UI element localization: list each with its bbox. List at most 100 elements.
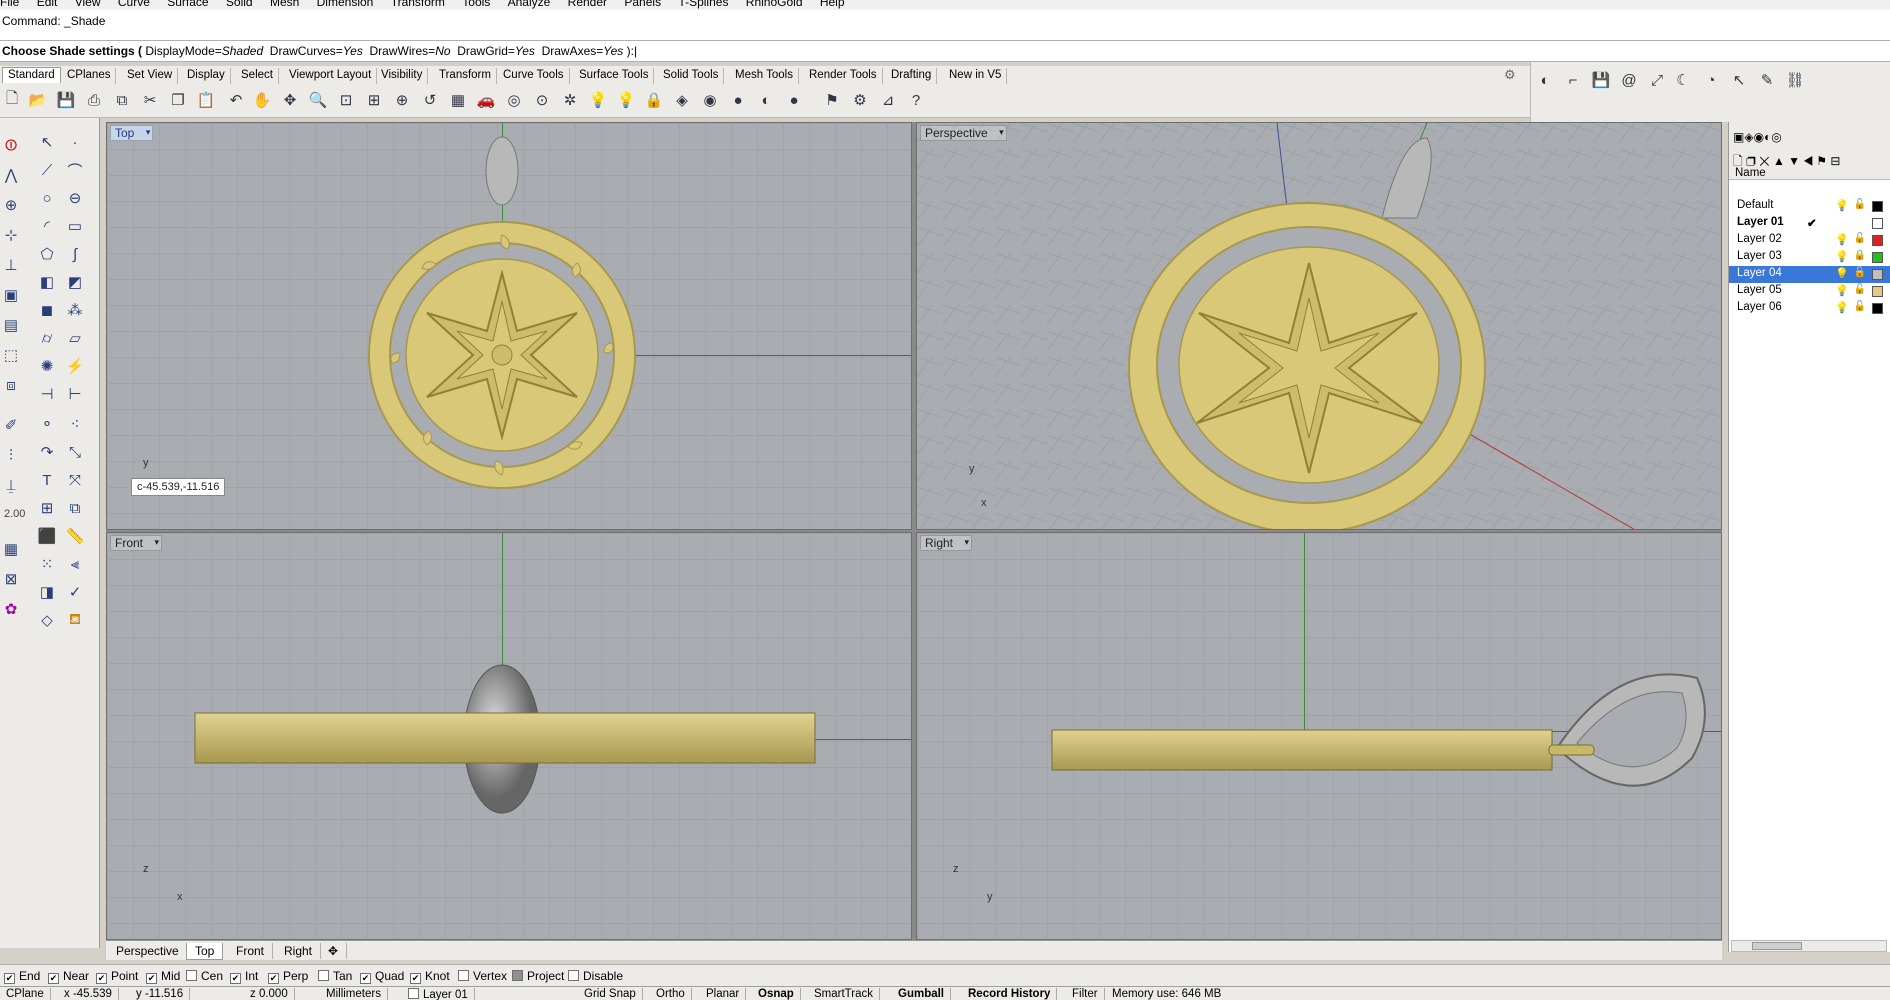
split-icon[interactable]: ⊣ bbox=[36, 383, 58, 405]
car-icon[interactable]: 🚗 bbox=[476, 90, 496, 110]
menu-mesh[interactable]: Mesh bbox=[270, 0, 299, 8]
add-viewport-icon[interactable]: ✥ bbox=[320, 943, 348, 959]
undo-view-icon[interactable]: ↺ bbox=[420, 90, 440, 110]
zoom-icon[interactable]: 🔍 bbox=[308, 90, 328, 110]
light-bulb-icon[interactable]: 💡 bbox=[1835, 250, 1849, 263]
point-tool-icon[interactable]: · bbox=[64, 131, 86, 153]
boolean-icon[interactable]: ⚡ bbox=[64, 355, 86, 377]
osnap-knot[interactable]: ✔ Knot bbox=[410, 969, 450, 984]
tab-set-view[interactable]: Set View bbox=[122, 68, 179, 84]
box-icon[interactable]: ▣ bbox=[0, 284, 22, 306]
select-filter-icon[interactable]: ⚑ bbox=[822, 90, 842, 110]
checkbox[interactable]: ✔ bbox=[96, 973, 107, 984]
render-sphere-icon[interactable]: ● bbox=[728, 90, 748, 110]
view-cube-icon[interactable]: ⧈ bbox=[0, 374, 22, 396]
circle-icon[interactable]: ○ bbox=[36, 187, 58, 209]
menu-solid[interactable]: Solid bbox=[226, 0, 253, 8]
tab-curve-tools[interactable]: Curve Tools bbox=[498, 68, 570, 84]
viewport-title-perspective[interactable]: Perspective ▾ bbox=[920, 125, 1007, 141]
menu-surface[interactable]: Surface bbox=[167, 0, 208, 8]
zoom-window-icon[interactable]: ⊡ bbox=[336, 90, 356, 110]
move-icon[interactable]: ⤧ bbox=[64, 469, 86, 491]
light-bulb-icon[interactable]: 💡 bbox=[1835, 267, 1849, 280]
surface-icon[interactable]: ◧ bbox=[36, 271, 58, 293]
viewport-title-right[interactable]: Right ▾ bbox=[920, 535, 973, 551]
spheres-icon[interactable]: ⁂ bbox=[64, 299, 86, 321]
light-bulb-icon[interactable]: 💡 bbox=[1835, 199, 1849, 212]
checkbox[interactable]: ✔ bbox=[410, 973, 421, 984]
close-box-icon[interactable]: ⊠ bbox=[0, 568, 22, 590]
scale-tool-icon[interactable]: ⤡ bbox=[64, 441, 86, 463]
pan-hand-icon[interactable]: ✋ bbox=[252, 90, 272, 110]
layer-row[interactable]: Layer 01 ✔ bbox=[1729, 215, 1890, 232]
layer-color-swatch[interactable] bbox=[1872, 235, 1883, 246]
vptab-right[interactable]: Right bbox=[276, 943, 322, 959]
import-icon[interactable]: ⧉ bbox=[112, 90, 132, 110]
tab-viewport-layout[interactable]: Viewport Layout bbox=[284, 68, 378, 84]
checkbox[interactable]: ✔ bbox=[48, 973, 59, 984]
align-icon[interactable]: ⫷ bbox=[64, 553, 86, 575]
option-drawwires[interactable]: DrawWires=No bbox=[370, 44, 451, 58]
cube-outline-icon[interactable]: ⬚ bbox=[0, 344, 22, 366]
viewport-top[interactable]: Top ▾ y c-45.539,-11.516 bbox=[106, 122, 912, 530]
copy-icon[interactable]: ❐ bbox=[168, 90, 188, 110]
checkbox[interactable] bbox=[318, 970, 329, 981]
layer-color-swatch[interactable] bbox=[1872, 303, 1883, 314]
tab-visibility[interactable]: Visibility bbox=[376, 68, 429, 84]
check-icon[interactable]: ✓ bbox=[64, 581, 86, 603]
paint-icon[interactable]: ✐ bbox=[0, 414, 22, 436]
layer-color-swatch[interactable] bbox=[1872, 201, 1883, 212]
menu-curve[interactable]: Curve bbox=[118, 0, 150, 8]
rotate-view-icon[interactable]: ✥ bbox=[280, 90, 300, 110]
moon-icon[interactable]: ☾ bbox=[1673, 70, 1693, 90]
vptab-top[interactable]: Top bbox=[186, 943, 224, 960]
polygon-icon[interactable]: ⬠ bbox=[36, 243, 58, 265]
scrollbar-thumb[interactable] bbox=[1752, 942, 1802, 950]
option-drawaxes[interactable]: DrawAxes=Yes bbox=[542, 44, 624, 58]
menu-panels[interactable]: Panels bbox=[624, 0, 661, 8]
zoom-extents-icon[interactable]: ⊞ bbox=[364, 90, 384, 110]
sphere-icon[interactable]: ◐ bbox=[1535, 70, 1555, 90]
option-displaymode[interactable]: DisplayMode=Shaded bbox=[145, 44, 263, 58]
tab-mesh-tools[interactable]: Mesh Tools bbox=[730, 68, 799, 84]
cut-icon[interactable]: ✂ bbox=[140, 90, 160, 110]
spiral-icon[interactable]: @ bbox=[1619, 70, 1639, 90]
trim-icon[interactable]: ⊢ bbox=[64, 383, 86, 405]
target-icon[interactable]: ⊙ bbox=[532, 90, 552, 110]
plugin-icon[interactable]: ✿ bbox=[0, 598, 22, 620]
tab-transform[interactable]: Transform bbox=[434, 68, 497, 84]
gumball-button[interactable]: Gumball bbox=[892, 988, 952, 1000]
menu-analyze[interactable]: Analyze bbox=[508, 0, 551, 8]
command-prompt[interactable]: Choose Shade settings ( DisplayMode=Shad… bbox=[0, 40, 1890, 62]
chevron-down-icon[interactable]: ▾ bbox=[999, 127, 1004, 138]
osnap-button[interactable]: Osnap bbox=[752, 988, 801, 1000]
undo-icon[interactable]: ↶ bbox=[226, 90, 246, 110]
paste-icon[interactable]: 📋 bbox=[196, 90, 216, 110]
chevron-down-icon[interactable]: ▾ bbox=[146, 127, 151, 138]
menu-rhinogold[interactable]: RhinoGold bbox=[746, 0, 803, 8]
layer-color-swatch[interactable] bbox=[1872, 269, 1883, 280]
checkbox[interactable] bbox=[458, 970, 469, 981]
menu-dimension[interactable]: Dimension bbox=[317, 0, 374, 8]
checkbox[interactable]: ✔ bbox=[4, 973, 15, 984]
gauge-icon[interactable]: ◔ bbox=[1701, 70, 1721, 90]
explode-icon[interactable]: ✺ bbox=[36, 355, 58, 377]
record-history-button[interactable]: Record History bbox=[962, 988, 1058, 1000]
save-small-icon[interactable]: 💾 bbox=[1591, 70, 1611, 90]
layer-icon[interactable]: ◈ bbox=[672, 90, 692, 110]
fillet-icon[interactable]: ⚬ bbox=[36, 413, 58, 435]
chevron-down-icon[interactable]: ▾ bbox=[154, 537, 159, 548]
tab-render-tools[interactable]: Render Tools bbox=[804, 68, 883, 84]
viewport-front[interactable]: Front ▾ z x bbox=[106, 532, 912, 940]
chevron-down-icon[interactable]: ▾ bbox=[964, 537, 969, 548]
ruler-icon[interactable]: 📏 bbox=[64, 525, 86, 547]
light-bulb-off-icon[interactable]: 💡 bbox=[616, 90, 636, 110]
osnap-project[interactable]: Project bbox=[512, 969, 564, 983]
solid-box-icon[interactable]: ◼ bbox=[36, 299, 58, 321]
menu-help[interactable]: Help bbox=[820, 0, 845, 8]
extrude-icon[interactable]: ◨ bbox=[36, 581, 58, 603]
status-layer[interactable]: Layer 01 bbox=[402, 988, 475, 1000]
osnap-end[interactable]: ✔ End bbox=[4, 969, 40, 984]
transform-icon[interactable]: ⊥ bbox=[0, 254, 22, 276]
light-bulb-icon[interactable]: 💡 bbox=[1835, 284, 1849, 297]
